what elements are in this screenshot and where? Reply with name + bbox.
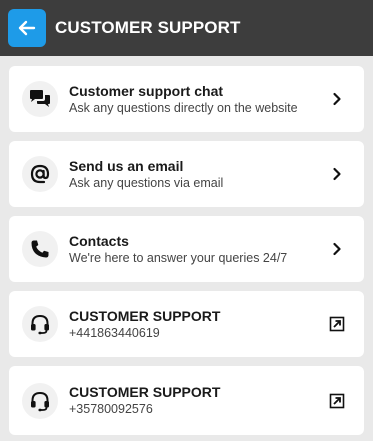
item-title: Send us an email [69, 157, 184, 174]
phone-number: +35780092576 [69, 402, 153, 416]
item-title: CUSTOMER SUPPORT [69, 307, 221, 324]
chevron-right-icon [328, 242, 346, 256]
headset-icon [22, 306, 58, 342]
headset-icon [22, 382, 58, 419]
external-link-icon [328, 316, 346, 332]
item-title: Customer support chat [69, 82, 224, 99]
support-chat-item[interactable]: Customer support chat Ask any questions … [9, 66, 364, 132]
phone-icon [22, 231, 58, 267]
email-item[interactable]: Send us an email Ask any questions via e… [9, 141, 364, 207]
at-sign-icon [22, 156, 58, 192]
page-title: CUSTOMER SUPPORT [55, 18, 241, 37]
external-link-icon [328, 393, 346, 409]
phone-number: +441863440619 [69, 325, 160, 340]
arrow-left-icon [18, 20, 36, 36]
item-subtitle: Ask any questions via email [69, 175, 224, 190]
top-bar: CUSTOMER SUPPORT [0, 0, 373, 56]
support-phone-item[interactable]: CUSTOMER SUPPORT +35780092576 [9, 366, 364, 435]
contacts-item[interactable]: Contacts We're here to answer your queri… [9, 216, 364, 282]
back-button[interactable] [8, 9, 46, 47]
support-options-list: Customer support chat Ask any questions … [0, 56, 373, 435]
item-title: CUSTOMER SUPPORT [69, 384, 221, 400]
item-subtitle: We're here to answer your queries 24/7 [69, 250, 288, 265]
chevron-right-icon [328, 167, 346, 181]
chat-bubbles-icon [22, 81, 58, 117]
item-subtitle: Ask any questions directly on the websit… [69, 100, 298, 115]
support-phone-item[interactable]: CUSTOMER SUPPORT +441863440619 [9, 291, 364, 357]
item-title: Contacts [69, 232, 129, 249]
chevron-right-icon [328, 92, 346, 106]
